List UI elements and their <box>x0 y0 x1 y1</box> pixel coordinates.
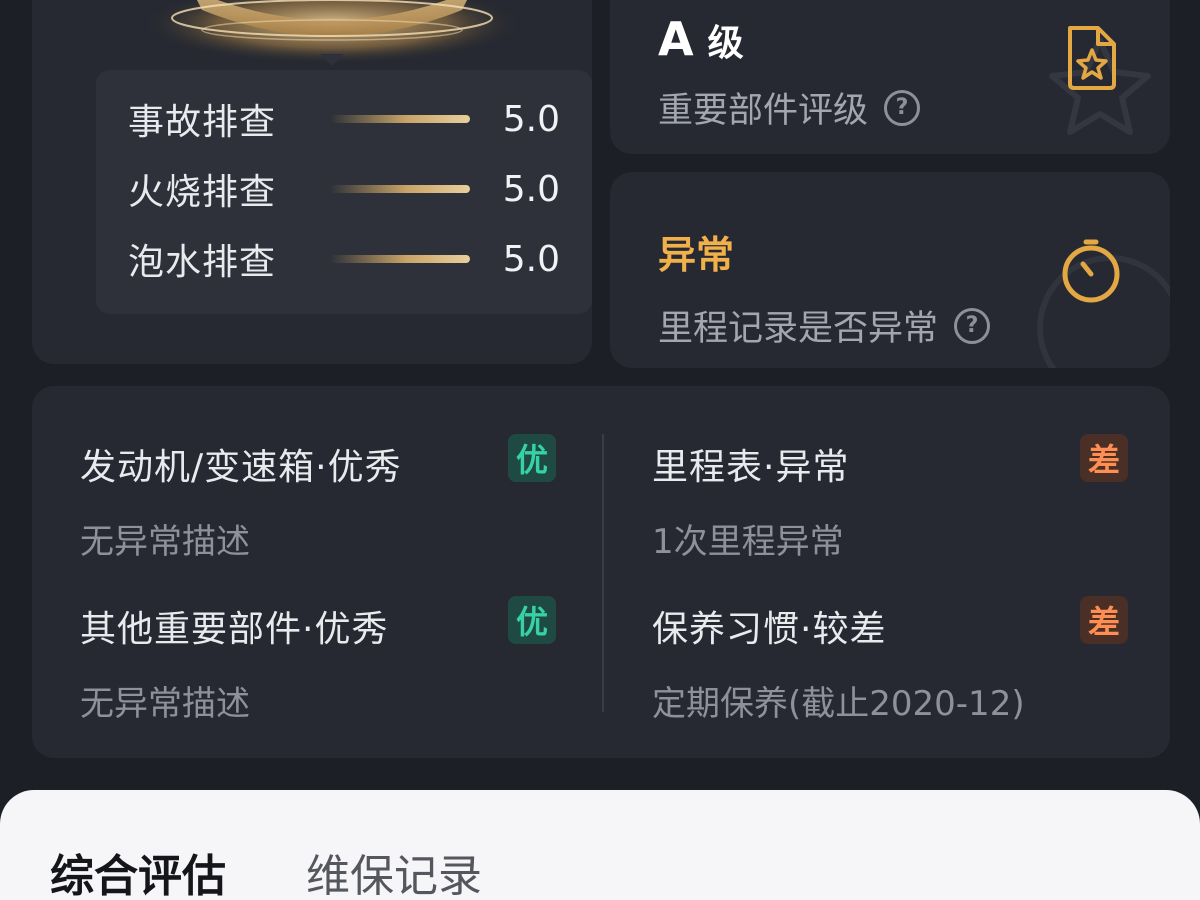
mileage-subtitle: 里程记录是否异常 <box>658 309 939 349</box>
stopwatch-icon <box>1062 239 1120 303</box>
grade-title: A 级 <box>658 12 744 66</box>
rating-badge-bad: 差 <box>1080 596 1128 644</box>
score-list: 事故排查 5.0 火烧排查 5.0 泡水排查 5.0 <box>96 70 592 314</box>
bottom-tab-sheet: 综合评估 维保记录 <box>0 790 1200 900</box>
score-label: 泡水排查 <box>128 242 277 283</box>
tab-maintenance-records[interactable]: 维保记录 <box>306 840 482 900</box>
star-document-icon <box>1068 26 1116 90</box>
rating-badge-good: 优 <box>508 596 556 644</box>
podium-illustration <box>142 0 522 66</box>
score-value: 5.0 <box>502 238 560 280</box>
item-title: 里程表·异常 <box>652 447 850 488</box>
score-value: 5.0 <box>502 168 560 210</box>
grade-letter: A <box>658 12 694 66</box>
score-bar <box>330 255 470 263</box>
item-title: 保养习惯·较差 <box>652 609 887 650</box>
item-title: 其他重要部件·优秀 <box>80 609 389 650</box>
inspection-score-card: 事故排查 5.0 火烧排查 5.0 泡水排查 5.0 <box>32 0 592 364</box>
detail-item-components[interactable]: 其他重要部件·优秀 无异常描述 优 <box>80 596 556 725</box>
component-grade-card[interactable]: A 级 重要部件评级 ? <box>610 0 1170 154</box>
score-bar <box>330 115 470 123</box>
score-row-accident: 事故排查 5.0 <box>128 84 560 154</box>
rating-badge-bad: 差 <box>1080 434 1128 482</box>
mileage-status-card[interactable]: 异常 里程记录是否异常 ? <box>610 172 1170 368</box>
detail-item-odometer[interactable]: 里程表·异常 1次里程异常 差 <box>652 434 1128 563</box>
item-title: 发动机/变速箱·优秀 <box>80 447 402 488</box>
grade-suffix: 级 <box>707 23 744 64</box>
detail-item-engine[interactable]: 发动机/变速箱·优秀 无异常描述 优 <box>80 434 556 563</box>
score-label: 事故排查 <box>128 102 277 143</box>
score-value: 5.0 <box>502 98 560 140</box>
detail-item-maintenance[interactable]: 保养习惯·较差 定期保养(截止2020-12) 差 <box>652 596 1128 725</box>
help-icon[interactable]: ? <box>954 307 991 344</box>
grade-subtitle: 重要部件评级 <box>658 91 869 131</box>
rating-badge-good: 优 <box>508 434 556 482</box>
item-desc: 无异常描述 <box>80 522 250 562</box>
score-row-flood: 泡水排查 5.0 <box>128 224 560 294</box>
tab-overall-assessment[interactable]: 综合评估 <box>50 840 226 900</box>
item-desc: 定期保养(截止2020-12) <box>652 684 1025 724</box>
mileage-subtitle-row: 里程记录是否异常 ? <box>658 300 991 351</box>
score-label: 火烧排查 <box>128 172 277 213</box>
mileage-status: 异常 <box>658 233 735 277</box>
help-icon[interactable]: ? <box>884 89 921 126</box>
score-bar <box>330 185 470 193</box>
item-desc: 1次里程异常 <box>652 522 844 562</box>
score-row-fire: 火烧排查 5.0 <box>128 154 560 224</box>
grade-subtitle-row: 重要部件评级 ? <box>658 82 921 133</box>
item-desc: 无异常描述 <box>80 684 250 724</box>
column-divider <box>602 434 604 712</box>
inspection-detail-card: 发动机/变速箱·优秀 无异常描述 优 里程表·异常 1次里程异常 差 其他重要部… <box>32 386 1170 758</box>
